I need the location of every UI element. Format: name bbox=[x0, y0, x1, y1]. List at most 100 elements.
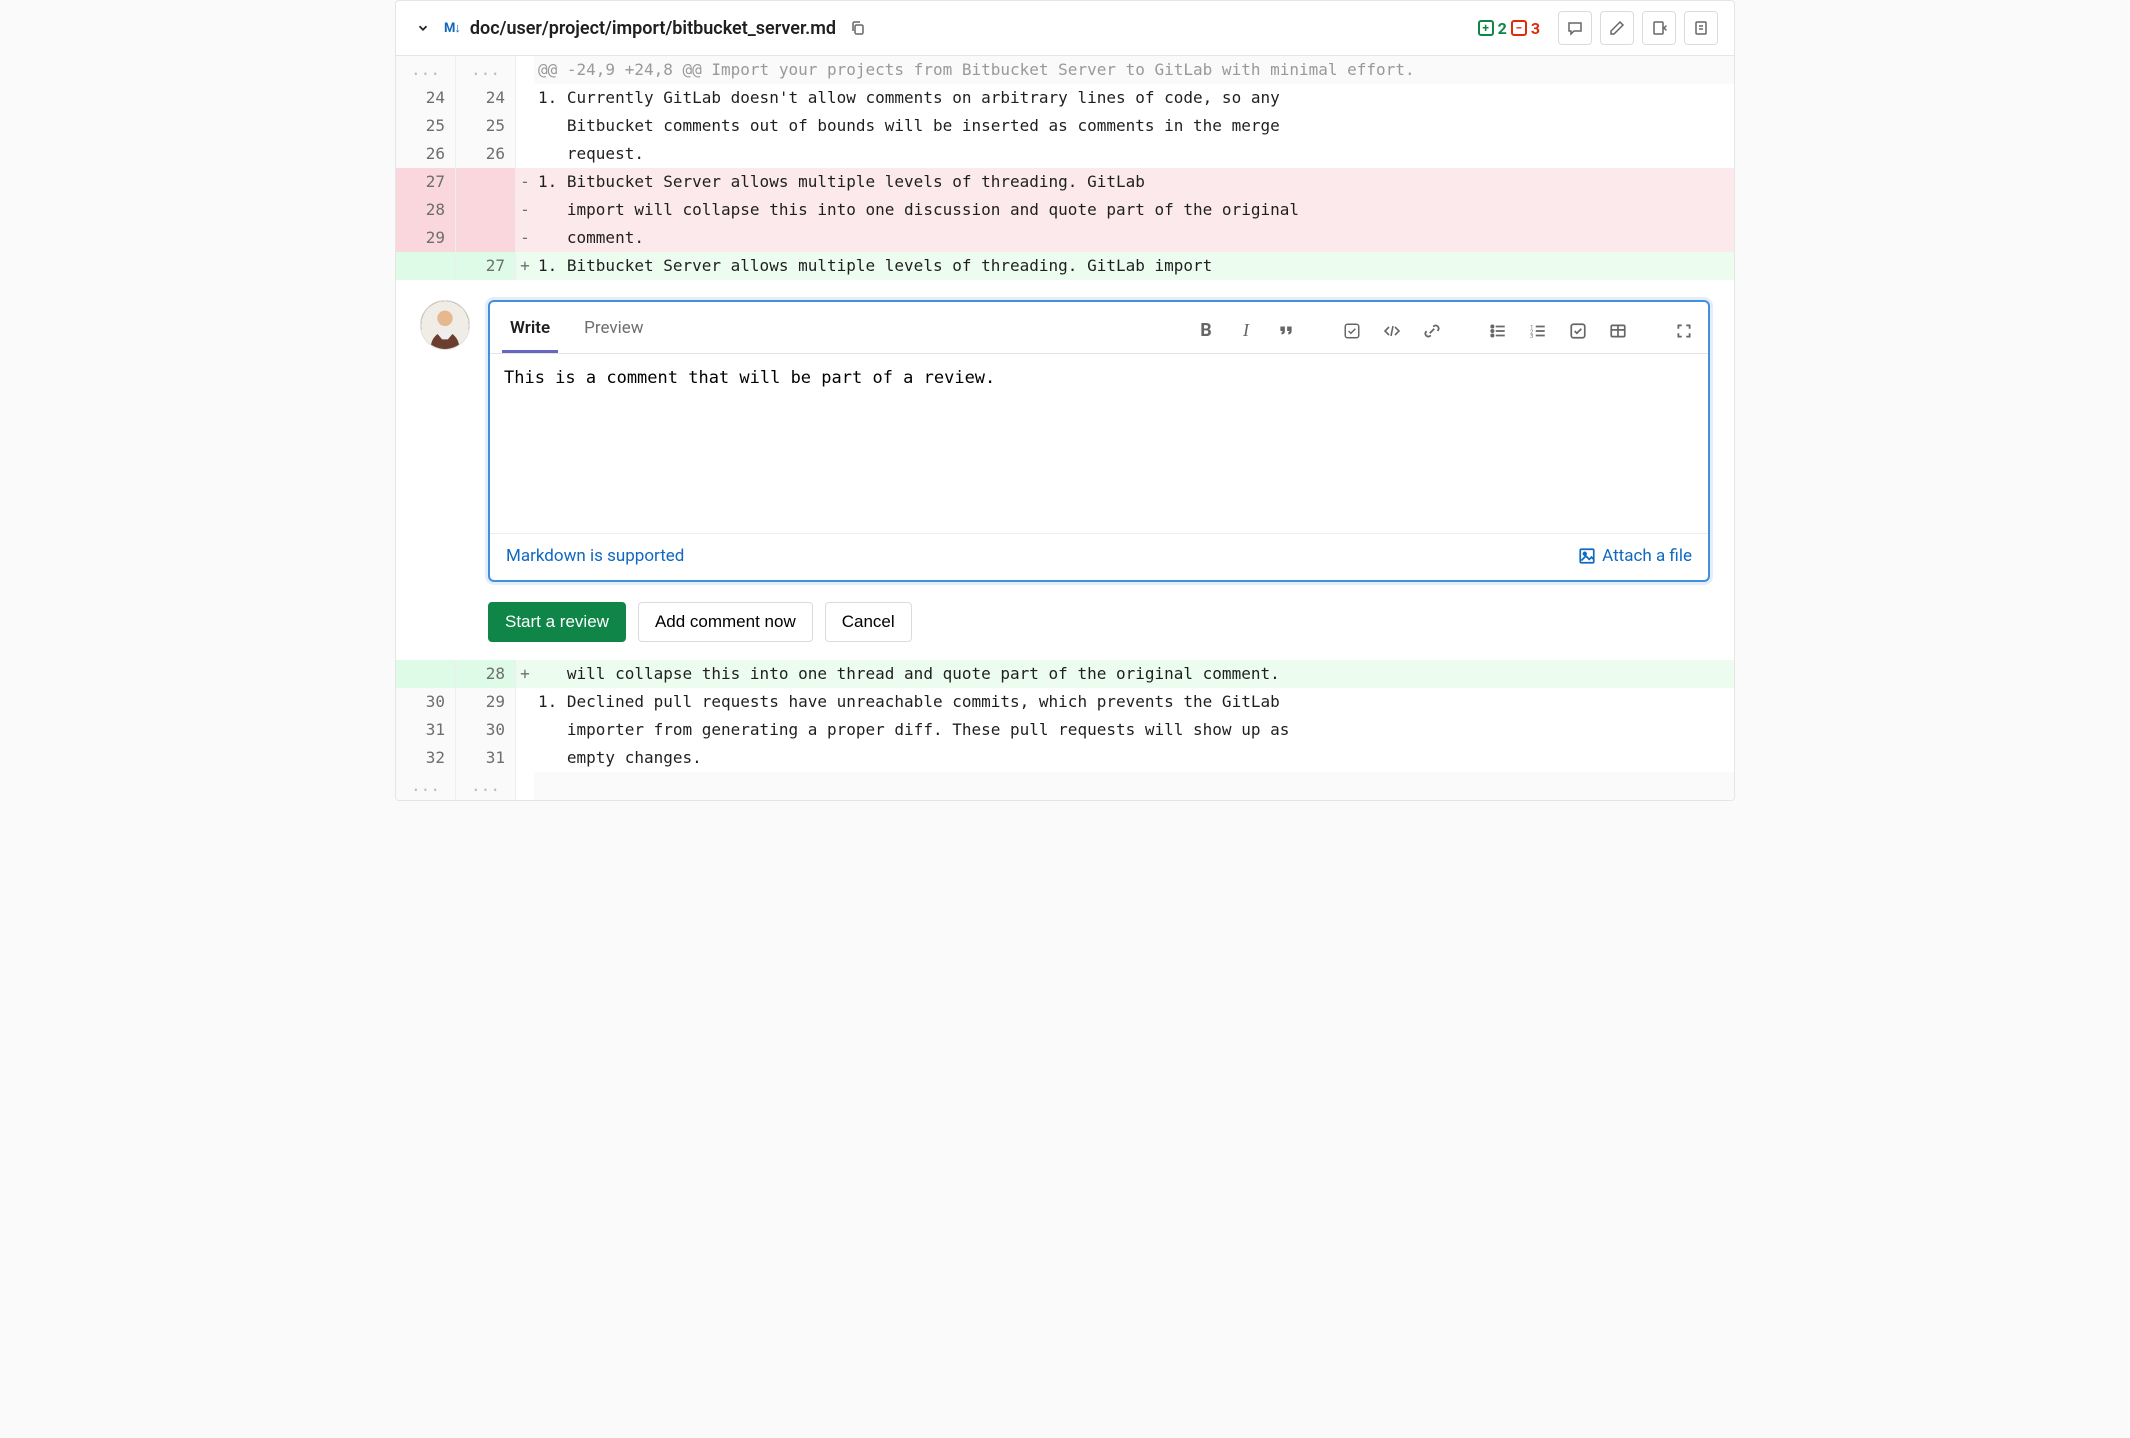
old-line-number bbox=[396, 660, 456, 688]
markdown-help-link[interactable]: Markdown is supported bbox=[506, 546, 684, 566]
new-line-number: 28 bbox=[456, 660, 516, 688]
new-line-number: 29 bbox=[456, 688, 516, 716]
collapse-toggle[interactable] bbox=[412, 17, 434, 39]
new-line-number: 26 bbox=[456, 140, 516, 168]
new-line-number: 24 bbox=[456, 84, 516, 112]
diff-code: empty changes. bbox=[534, 744, 1734, 772]
diff-sign bbox=[516, 112, 534, 140]
numbered-list-icon[interactable]: 123 bbox=[1524, 317, 1552, 345]
diff-sign bbox=[516, 140, 534, 168]
file-path: doc/user/project/import/bitbucket_server… bbox=[470, 18, 836, 39]
old-line-number: 28 bbox=[396, 196, 456, 224]
additions-count: 2 bbox=[1498, 19, 1507, 38]
more-options-button[interactable] bbox=[1684, 11, 1718, 45]
diff-line[interactable]: 3130 importer from generating a proper d… bbox=[396, 716, 1734, 744]
bold-icon[interactable]: B bbox=[1192, 317, 1220, 345]
diff-line[interactable]: 2626 request. bbox=[396, 140, 1734, 168]
comment-actions: Start a review Add comment now Cancel bbox=[396, 602, 1734, 660]
copy-path-button[interactable] bbox=[846, 16, 870, 40]
diff-line[interactable]: 2424 1. Currently GitLab doesn't allow c… bbox=[396, 84, 1734, 112]
diff-sign bbox=[516, 84, 534, 112]
svg-text:3: 3 bbox=[1530, 333, 1533, 339]
new-line-number: 25 bbox=[456, 112, 516, 140]
new-line-number bbox=[456, 196, 516, 224]
start-review-button[interactable]: Start a review bbox=[488, 602, 626, 642]
diff-view: ... ... @@ -24,9 +24,8 @@ Import your pr… bbox=[396, 56, 1734, 280]
diff-code: import will collapse this into one discu… bbox=[534, 196, 1734, 224]
diff-line[interactable]: 27 -1. Bitbucket Server allows multiple l… bbox=[396, 168, 1734, 196]
diff-sign: - bbox=[516, 196, 534, 224]
expand-context[interactable]: ... bbox=[456, 56, 516, 84]
old-line-number bbox=[396, 252, 456, 280]
diff-line[interactable]: 2525 Bitbucket comments out of bounds wi… bbox=[396, 112, 1734, 140]
diff-code: request. bbox=[534, 140, 1734, 168]
diff-sign bbox=[516, 744, 534, 772]
diff-code: importer from generating a proper diff. … bbox=[534, 716, 1734, 744]
diff-sign: - bbox=[516, 168, 534, 196]
old-line-number: 31 bbox=[396, 716, 456, 744]
diff-code: Bitbucket comments out of bounds will be… bbox=[534, 112, 1734, 140]
diff-sign bbox=[516, 688, 534, 716]
diff-line[interactable]: 3231 empty changes. bbox=[396, 744, 1734, 772]
markdown-icon: M↓ bbox=[444, 20, 460, 36]
diff-line[interactable]: 28 - import will collapse this into one d… bbox=[396, 196, 1734, 224]
old-line-number: 29 bbox=[396, 224, 456, 252]
old-line-number: 27 bbox=[396, 168, 456, 196]
new-line-number: 30 bbox=[456, 716, 516, 744]
new-line-number bbox=[456, 224, 516, 252]
expand-context[interactable]: ... bbox=[456, 772, 516, 800]
diff-code: comment. bbox=[534, 224, 1734, 252]
plus-icon: + bbox=[1478, 20, 1494, 36]
diff-code: 1. Bitbucket Server allows multiple leve… bbox=[534, 168, 1734, 196]
tab-write[interactable]: Write bbox=[502, 308, 558, 353]
tab-preview[interactable]: Preview bbox=[576, 308, 651, 353]
expand-context[interactable]: ... bbox=[396, 772, 456, 800]
diff-sign bbox=[516, 716, 534, 744]
comment-block: Write Preview B I bbox=[396, 280, 1734, 602]
diff-line[interactable]: 28+ will collapse this into one thread a… bbox=[396, 660, 1734, 688]
diff-sign: + bbox=[516, 252, 534, 280]
avatar bbox=[420, 300, 470, 350]
diff-line[interactable]: 3029 1. Declined pull requests have unre… bbox=[396, 688, 1734, 716]
task-list-icon[interactable] bbox=[1564, 317, 1592, 345]
old-line-number: 30 bbox=[396, 688, 456, 716]
diff-code: 1. Declined pull requests have unreachab… bbox=[534, 688, 1734, 716]
bullet-list-icon[interactable] bbox=[1484, 317, 1512, 345]
comment-textarea[interactable] bbox=[490, 354, 1708, 529]
comment-composer: Write Preview B I bbox=[488, 300, 1710, 582]
view-file-button[interactable] bbox=[1642, 11, 1676, 45]
new-line-number: 27 bbox=[456, 252, 516, 280]
diff-line[interactable]: 29 - comment. bbox=[396, 224, 1734, 252]
table-icon[interactable] bbox=[1604, 317, 1632, 345]
attach-file-link[interactable]: Attach a file bbox=[1578, 546, 1692, 566]
italic-icon[interactable]: I bbox=[1232, 317, 1260, 345]
diff-line[interactable]: 27+1. Bitbucket Server allows multiple l… bbox=[396, 252, 1734, 280]
file-header: M↓ doc/user/project/import/bitbucket_ser… bbox=[396, 1, 1734, 56]
diff-code: 1. Currently GitLab doesn't allow commen… bbox=[534, 84, 1734, 112]
diff-view-continued: 28+ will collapse this into one thread a… bbox=[396, 660, 1734, 800]
new-line-number bbox=[456, 168, 516, 196]
deletions-count: 3 bbox=[1531, 19, 1540, 38]
expand-context[interactable]: ... bbox=[396, 56, 456, 84]
old-line-number: 25 bbox=[396, 112, 456, 140]
diff-sign: - bbox=[516, 224, 534, 252]
cancel-button[interactable]: Cancel bbox=[825, 602, 912, 642]
suggestion-icon[interactable] bbox=[1338, 317, 1366, 345]
diff-code: 1. Bitbucket Server allows multiple leve… bbox=[534, 252, 1734, 280]
new-line-number: 31 bbox=[456, 744, 516, 772]
add-comment-now-button[interactable]: Add comment now bbox=[638, 602, 813, 642]
old-line-number: 32 bbox=[396, 744, 456, 772]
old-line-number: 24 bbox=[396, 84, 456, 112]
link-icon[interactable] bbox=[1418, 317, 1446, 345]
hunk-header: @@ -24,9 +24,8 @@ Import your projects f… bbox=[534, 56, 1734, 84]
code-icon[interactable] bbox=[1378, 317, 1406, 345]
comment-on-file-button[interactable] bbox=[1558, 11, 1592, 45]
edit-file-button[interactable] bbox=[1600, 11, 1634, 45]
quote-icon[interactable] bbox=[1272, 317, 1300, 345]
attach-file-label: Attach a file bbox=[1602, 546, 1692, 566]
minus-icon: − bbox=[1511, 20, 1527, 36]
formatting-toolbar: B I bbox=[1192, 317, 1698, 345]
fullscreen-icon[interactable] bbox=[1670, 317, 1698, 345]
diff-code: will collapse this into one thread and q… bbox=[534, 660, 1734, 688]
diff-stats: +2 −3 bbox=[1478, 19, 1540, 38]
